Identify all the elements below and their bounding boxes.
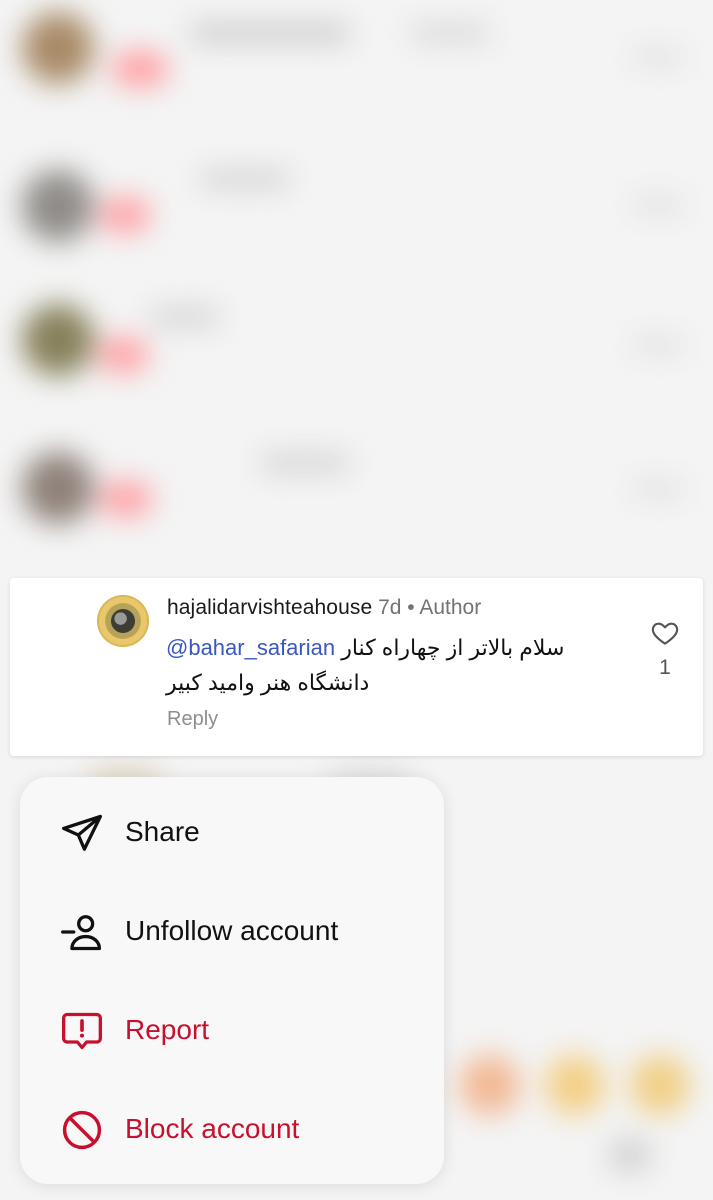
author-badge: Author bbox=[419, 596, 482, 619]
blurred-text bbox=[410, 24, 490, 42]
comment-text-rtl: سلام بالاتر از چهاراه کنار bbox=[341, 635, 565, 660]
heart-outline-icon[interactable] bbox=[650, 618, 680, 648]
blurred-text bbox=[190, 24, 350, 42]
menu-item-unfollow[interactable]: Unfollow account bbox=[20, 876, 444, 975]
blurred-text bbox=[150, 308, 220, 326]
blurred-avatar bbox=[22, 452, 94, 524]
menu-label-report: Report bbox=[125, 1014, 210, 1045]
unfollow-user-icon bbox=[61, 915, 102, 951]
like-count: 1 bbox=[659, 656, 671, 679]
blurred-row bbox=[0, 290, 713, 400]
blurred-emoji bbox=[630, 1055, 690, 1115]
blurred-badge bbox=[100, 198, 150, 232]
blurred-text bbox=[610, 1140, 650, 1170]
blurred-avatar bbox=[22, 170, 94, 242]
comment-line-1: @bahar_safarian سلام بالاتر از چهاراه کن… bbox=[166, 630, 618, 665]
menu-label-unfollow: Unfollow account bbox=[125, 915, 339, 946]
blurred-time bbox=[633, 338, 683, 352]
commenter-avatar[interactable] bbox=[97, 595, 149, 647]
blurred-row bbox=[0, 0, 713, 110]
blurred-text bbox=[200, 170, 290, 188]
block-icon bbox=[62, 1110, 102, 1150]
blurred-emoji bbox=[545, 1055, 605, 1115]
comment-text-rtl-2: دانشگاه هنر وامید کبیر bbox=[166, 670, 370, 695]
blurred-time bbox=[633, 198, 683, 212]
blurred-emoji bbox=[460, 1055, 520, 1115]
blurred-row bbox=[0, 150, 713, 260]
blurred-badge bbox=[100, 482, 152, 516]
meta-separator: • bbox=[407, 596, 415, 619]
mention-link[interactable]: @bahar_safarian bbox=[166, 635, 335, 660]
menu-item-share[interactable]: Share bbox=[20, 777, 444, 876]
send-icon bbox=[62, 814, 102, 851]
avatar-emblem bbox=[111, 609, 135, 633]
comment-username[interactable]: hajalidarvishteahouse bbox=[167, 596, 372, 619]
menu-item-report[interactable]: Report bbox=[20, 975, 444, 1074]
comment-time: 7d bbox=[378, 596, 402, 619]
blurred-badge bbox=[112, 52, 168, 86]
menu-item-block[interactable]: Block account bbox=[20, 1074, 444, 1173]
blurred-avatar bbox=[22, 304, 94, 376]
menu-label-share: Share bbox=[125, 816, 200, 847]
comment-card[interactable]: hajalidarvishteahouse 7d • Author @bahar… bbox=[10, 578, 703, 756]
blurred-time bbox=[633, 50, 683, 64]
report-icon bbox=[62, 1012, 102, 1050]
reply-button[interactable]: Reply bbox=[167, 708, 218, 731]
blurred-badge bbox=[98, 338, 148, 372]
blurred-row bbox=[0, 430, 713, 540]
blurred-text bbox=[260, 454, 350, 472]
comment-line-2: دانشگاه هنر وامید کبیر bbox=[166, 665, 618, 700]
blurred-avatar bbox=[22, 12, 94, 84]
blurred-time bbox=[633, 482, 683, 496]
comment-header: hajalidarvishteahouse 7d • Author bbox=[167, 595, 481, 621]
menu-label-block: Block account bbox=[125, 1113, 300, 1144]
comment-text: @bahar_safarian سلام بالاتر از چهاراه کن… bbox=[166, 630, 618, 700]
action-menu: Share Unfollow account Report Block acco… bbox=[20, 777, 444, 1184]
